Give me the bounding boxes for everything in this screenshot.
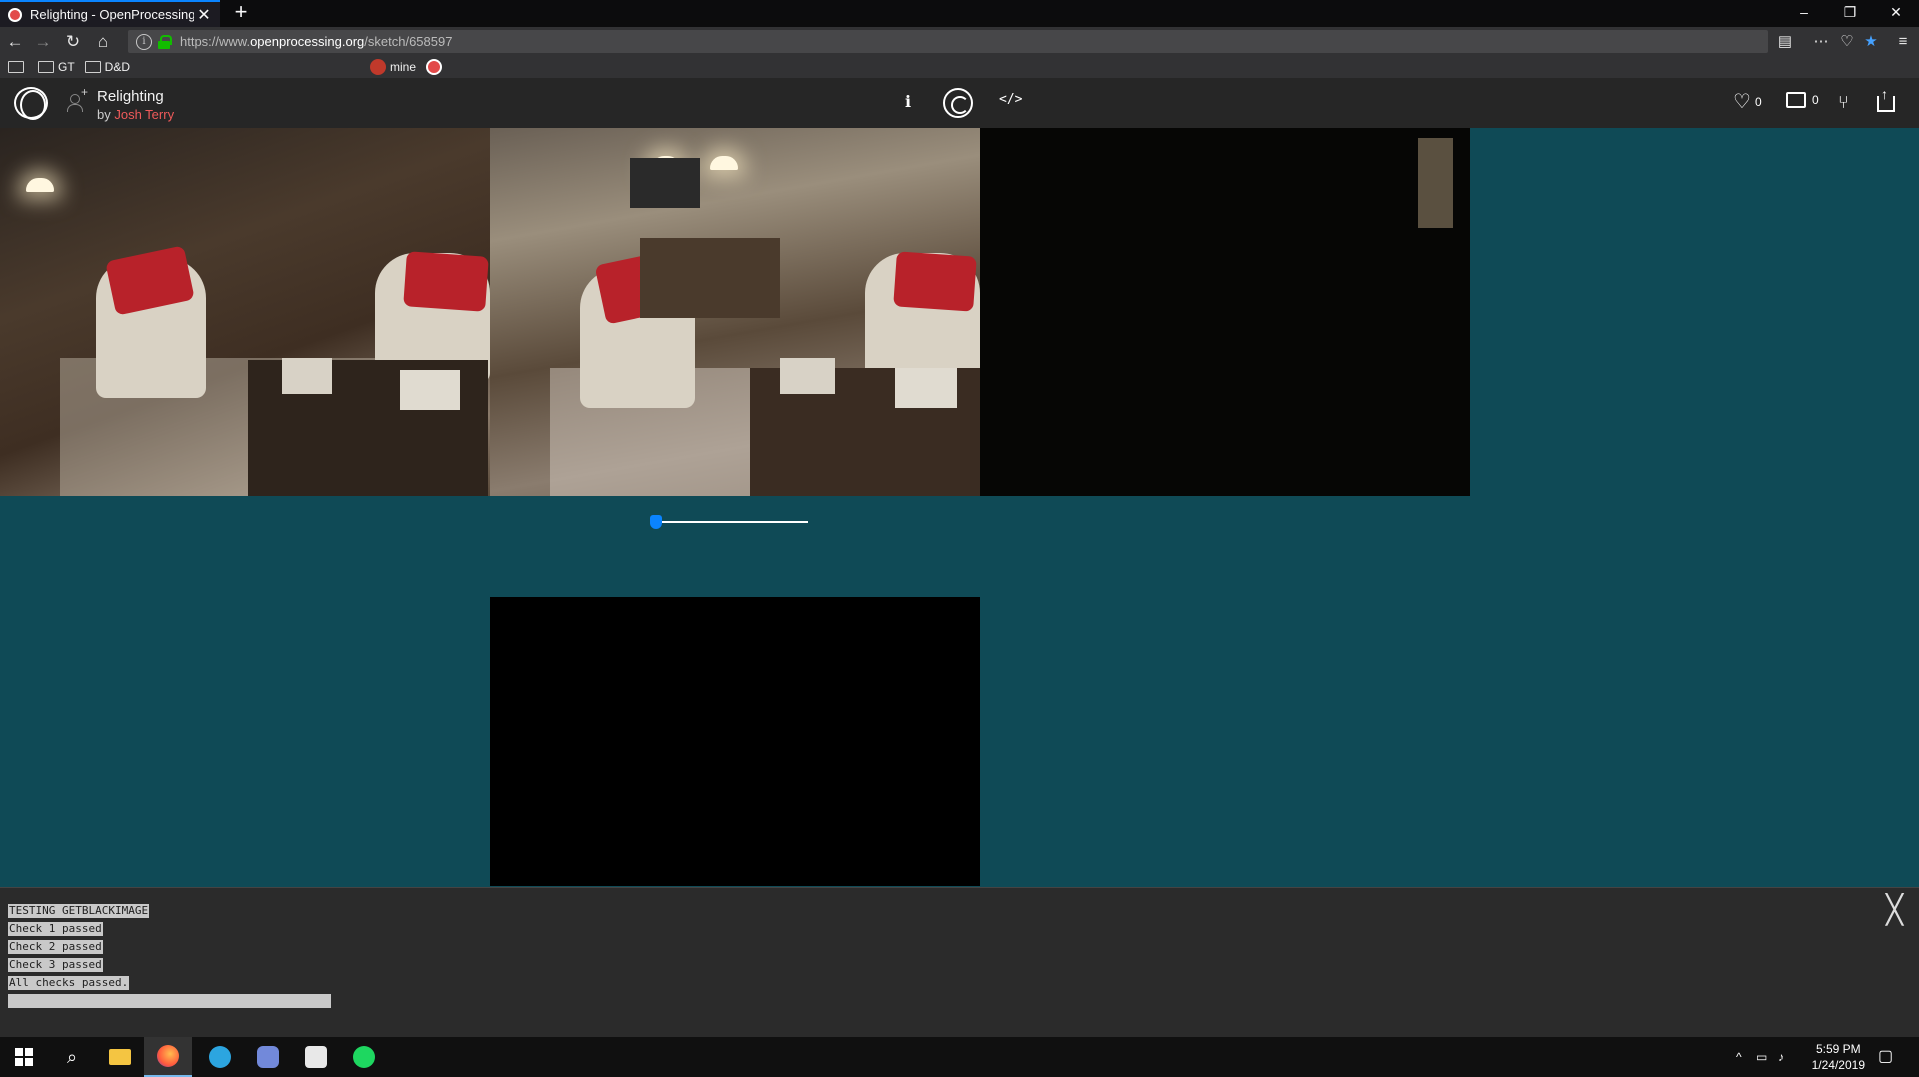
bookmark-folder-dnd[interactable]: D&D xyxy=(84,60,130,74)
console-line: All checks passed. xyxy=(8,976,130,990)
start-button[interactable] xyxy=(0,1037,48,1077)
clock-time: 5:59 PM xyxy=(1815,1042,1861,1056)
replay-icon[interactable] xyxy=(943,88,973,118)
telegram-icon[interactable] xyxy=(196,1037,244,1077)
folder-icon xyxy=(38,61,54,73)
comment-icon xyxy=(1786,92,1806,108)
tab-title: Relighting - OpenProcessing xyxy=(30,7,194,22)
console-line: TESTING GETBLACKIMAGE xyxy=(8,904,150,918)
folder-icon xyxy=(8,61,24,73)
bookmark-star-icon[interactable]: ★ xyxy=(1858,27,1884,56)
console-line: Check 2 passed xyxy=(8,940,103,954)
console-close-icon[interactable]: ╳ xyxy=(1886,896,1903,924)
url-bar[interactable]: i https://www.openprocessing.org/sketch/… xyxy=(128,30,1768,53)
console-line: Check 3 passed xyxy=(8,958,103,972)
url-text[interactable]: https://www.openprocessing.org/sketch/65… xyxy=(180,34,452,49)
fork-button[interactable]: ⑂ xyxy=(1838,92,1849,113)
spotify-icon[interactable] xyxy=(340,1037,388,1077)
windows-logo-icon xyxy=(15,1048,33,1066)
code-button[interactable]: </> xyxy=(999,92,1022,107)
taskbar-clock[interactable]: 5:59 PM 1/24/2019 xyxy=(1812,1041,1865,1073)
openprocessing-favicon-icon xyxy=(8,7,22,22)
heart-icon: ♡ xyxy=(1733,91,1751,113)
relight-photo-center xyxy=(490,128,980,496)
openprocessing-logo-icon[interactable] xyxy=(14,87,48,120)
bookmark-favicon-icon xyxy=(370,59,387,75)
pocket-icon[interactable]: ♡ xyxy=(1834,27,1860,56)
network-icon[interactable]: ▭ xyxy=(1756,1037,1767,1077)
sketch-title: Relighting xyxy=(97,88,164,105)
browser-nav-bar: ← → ↻ ⌂ i https://www.openprocessing.org… xyxy=(0,27,1919,56)
slider-track[interactable] xyxy=(650,521,808,523)
author-link[interactable]: Josh Terry xyxy=(114,107,174,122)
bookmark-openprocessing[interactable] xyxy=(426,59,446,75)
tray-chevron-icon[interactable]: ^ xyxy=(1736,1037,1742,1077)
tab-close-icon[interactable]: ✕ xyxy=(194,5,214,25)
new-tab-button[interactable]: + xyxy=(228,0,254,27)
reload-icon[interactable]: ↻ xyxy=(58,27,88,56)
like-button[interactable]: ♡ 0 xyxy=(1733,92,1762,112)
relight-photo-dark xyxy=(980,128,1470,496)
console-line: Check 1 passed xyxy=(8,922,103,936)
browser-tab[interactable]: Relighting - OpenProcessing ✕ xyxy=(0,0,220,27)
info-button[interactable]: i xyxy=(905,92,911,111)
search-icon[interactable]: ⌕ xyxy=(48,1037,96,1077)
home-icon[interactable]: ⌂ xyxy=(88,27,118,56)
bookmark-mine[interactable]: mine xyxy=(370,59,416,75)
console-panel: ╳ TESTING GETBLACKIMAGE Check 1 passed C… xyxy=(0,887,1919,1037)
bookmarks-bar: GT D&D mine xyxy=(0,56,1919,78)
firefox-icon[interactable] xyxy=(144,1037,192,1077)
fork-icon: ⑂ xyxy=(1838,92,1849,112)
reader-view-icon[interactable]: ▤ xyxy=(1772,27,1798,56)
console-input[interactable] xyxy=(8,994,331,1008)
windows-taskbar: ⌕ ^ ▭ ♪ 5:59 PM 1/24/2019 ▢ xyxy=(0,1037,1919,1077)
menu-icon[interactable]: ≡ xyxy=(1890,27,1916,56)
folder-icon xyxy=(84,61,101,73)
file-explorer-icon[interactable] xyxy=(96,1037,144,1077)
back-icon[interactable]: ← xyxy=(0,27,30,56)
sketch-canvas[interactable] xyxy=(0,128,1919,887)
user-icon[interactable] xyxy=(67,94,83,112)
console-output: TESTING GETBLACKIMAGE Check 1 passed Che… xyxy=(8,904,331,1008)
follow-plus-icon[interactable]: + xyxy=(81,85,88,99)
doorway-glow xyxy=(1418,138,1453,228)
bookmark-folder-gt[interactable]: GT xyxy=(38,60,75,74)
comment-button[interactable]: 0 xyxy=(1786,92,1819,108)
sketch-author-line: by Josh Terry xyxy=(97,107,175,122)
share-button[interactable] xyxy=(1877,86,1895,112)
window-close-button[interactable]: ✕ xyxy=(1873,0,1919,27)
lock-icon xyxy=(158,34,172,49)
relight-photo-left xyxy=(0,128,490,496)
minimize-button[interactable]: – xyxy=(1781,0,1827,27)
sketch-header: + Relighting by Josh Terry i </> ♡ 0 0 ⑂ xyxy=(0,78,1919,128)
black-image-output xyxy=(490,597,980,886)
openprocessing-favicon-icon xyxy=(426,59,443,75)
page-actions-icon[interactable]: ⋯ xyxy=(1808,27,1834,56)
clock-date: 1/24/2019 xyxy=(1811,1058,1865,1072)
discord-icon[interactable] xyxy=(244,1037,292,1077)
restore-button[interactable]: ❐ xyxy=(1827,0,1873,27)
relight-slider[interactable] xyxy=(650,515,808,529)
action-center-icon[interactable]: ▢ xyxy=(1878,1037,1893,1077)
volume-icon[interactable]: ♪ xyxy=(1778,1037,1784,1077)
forward-icon[interactable]: → xyxy=(28,27,58,56)
browser-tab-strip: Relighting - OpenProcessing ✕ + – ❐ ✕ xyxy=(0,0,1919,27)
slack-icon[interactable] xyxy=(292,1037,340,1077)
lamp-light xyxy=(26,178,54,192)
bookmark-folder-unnamed[interactable] xyxy=(8,61,28,73)
slider-thumb[interactable] xyxy=(650,515,662,529)
lamp-light xyxy=(710,156,738,170)
share-icon xyxy=(1877,86,1895,112)
site-info-icon[interactable]: i xyxy=(136,33,152,50)
